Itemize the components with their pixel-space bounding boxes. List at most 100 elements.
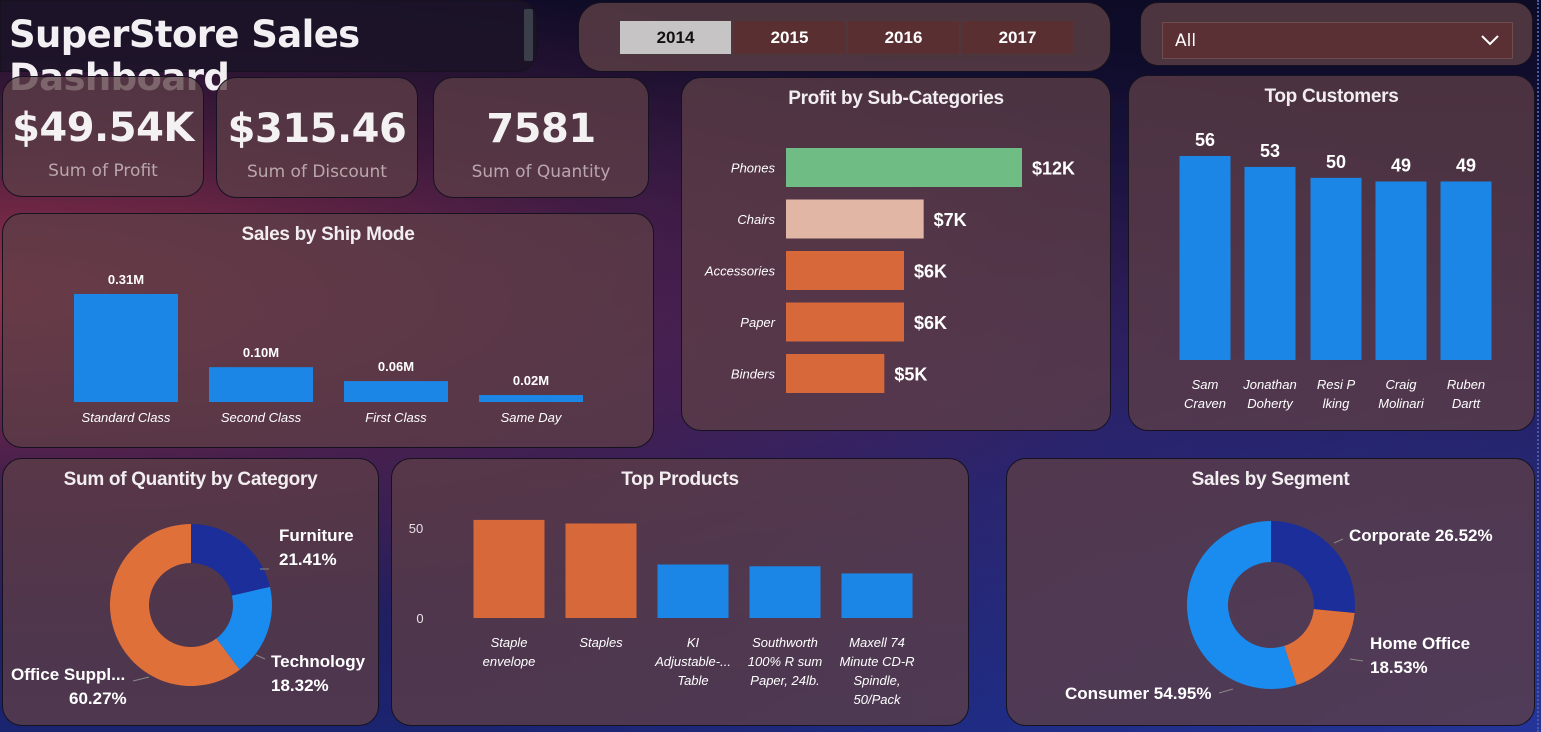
filter-value: All bbox=[1175, 30, 1197, 51]
title-panel: SuperStore Sales Dashboard bbox=[0, 0, 537, 99]
category-label: Chairs bbox=[737, 212, 775, 227]
product-name-label: Maxell 74 Minute CD-R Spindle, 50/Pack bbox=[839, 635, 914, 707]
bar-data-label: 0.02M bbox=[513, 373, 549, 388]
slice-name-label: Furniture bbox=[279, 526, 354, 545]
bar-data-label: $5K bbox=[894, 365, 927, 385]
slice-percent-label: 21.41% bbox=[279, 550, 337, 569]
bar-data-label: 56 bbox=[1195, 130, 1215, 150]
kpi-label: Sum of Discount bbox=[247, 162, 387, 182]
bar-data-label: 49 bbox=[1391, 156, 1411, 176]
customer-name-label: Craig Molinari bbox=[1378, 377, 1425, 411]
leader-line bbox=[1349, 658, 1364, 662]
kpi-value: $315.46 bbox=[227, 106, 407, 152]
bar-data-label: 53 bbox=[1260, 141, 1280, 161]
chart-panel-segment: Sales by Segment Corporate 26.52% Home Of… bbox=[1006, 458, 1535, 726]
y-tick-label: 0 bbox=[416, 611, 423, 626]
product-bar bbox=[749, 566, 821, 618]
kpi-value: 7581 bbox=[486, 106, 596, 152]
slice-percent-label: 18.53% bbox=[1370, 658, 1428, 677]
year-button-2015[interactable]: 2015 bbox=[733, 20, 846, 55]
leader-line bbox=[1218, 688, 1234, 694]
chart-panel-top-customers: Top Customers 56 Sam Craven 53 Jonathan Doher… bbox=[1128, 75, 1535, 431]
subcategory-bar bbox=[786, 302, 904, 342]
subcategory-bar bbox=[786, 199, 924, 239]
product-bar bbox=[565, 523, 637, 618]
subcategory-bar bbox=[786, 148, 1022, 187]
bar-data-label: $6K bbox=[914, 313, 947, 333]
y-tick-label: 50 bbox=[409, 521, 423, 536]
customer-bar bbox=[1375, 181, 1427, 360]
category-label: Binders bbox=[731, 367, 776, 382]
bar-data-label: 0.31M bbox=[108, 272, 144, 287]
year-button-2017[interactable]: 2017 bbox=[961, 20, 1074, 55]
subcategory-bar bbox=[786, 354, 885, 393]
category-label: Standard Class bbox=[82, 410, 171, 425]
bar-data-label: 50 bbox=[1326, 152, 1346, 172]
ship-mode-bar bbox=[74, 294, 178, 402]
slice-name-label: Office Suppl... bbox=[11, 665, 125, 684]
ship-mode-bar-chart: 0.31M Standard Class 0.10M Second Class 0.06… bbox=[74, 272, 583, 425]
kpi-label: Sum of Profit bbox=[48, 161, 158, 181]
ship-mode-bar bbox=[209, 367, 313, 402]
product-name-label: Southworth 100% R sum Paper, 24lb. bbox=[748, 635, 823, 688]
leader-line bbox=[255, 654, 266, 660]
kpi-label: Sum of Quantity bbox=[471, 162, 611, 182]
year-slicer: 2014 2015 2016 2017 bbox=[578, 2, 1111, 72]
slice-name-label: Technology bbox=[271, 652, 366, 671]
product-name-label: Staples bbox=[579, 635, 623, 650]
customer-name-label: Jonathan Doherty bbox=[1242, 377, 1297, 411]
donut-slice bbox=[1284, 609, 1355, 685]
bar-data-label: 0.06M bbox=[378, 359, 414, 374]
product-bar bbox=[657, 564, 729, 618]
chevron-down-icon[interactable] bbox=[1480, 33, 1500, 47]
donut-slice bbox=[191, 524, 270, 596]
slice-label: Consumer 54.95% bbox=[1065, 684, 1211, 703]
customer-bar bbox=[1440, 181, 1492, 360]
slice-percent-label: 18.32% bbox=[271, 676, 329, 695]
product-bar bbox=[473, 519, 545, 618]
bar-data-label: 49 bbox=[1456, 156, 1476, 176]
slice-percent-label: 60.27% bbox=[69, 689, 127, 708]
quantity-category-donut: Furniture 21.41% Technology 18.32% Office Su… bbox=[11, 524, 366, 708]
top-products-bar-chart: 50 0 Staple envelope Staples KI Adjustable-...… bbox=[409, 519, 915, 707]
chart-panel-ship-mode: Sales by Ship Mode 0.31M Standard Class 0.… bbox=[2, 213, 654, 448]
top-customers-bar-chart: 56 Sam Craven 53 Jonathan Doherty 50 Resi Plkin… bbox=[1179, 130, 1492, 411]
subcategory-bar bbox=[786, 251, 904, 290]
product-name-label: KI Adjustable-... Table bbox=[654, 635, 731, 688]
chart-panel-subcategories: Profit by Sub-Categories Phones $12K Chair… bbox=[681, 77, 1111, 431]
filter-slicer: All bbox=[1140, 2, 1533, 66]
category-label: First Class bbox=[365, 410, 427, 425]
segment-donut: Corporate 26.52% Home Office 18.53% Consume… bbox=[1065, 521, 1493, 703]
leader-line bbox=[132, 676, 150, 682]
product-bar bbox=[841, 573, 913, 618]
customer-bar bbox=[1310, 177, 1362, 360]
category-label: Accessories bbox=[704, 264, 776, 279]
customer-bar bbox=[1179, 156, 1231, 360]
kpi-card-profit: $49.54K Sum of Profit bbox=[2, 76, 204, 197]
filter-dropdown[interactable]: All bbox=[1162, 22, 1513, 59]
donut-slice bbox=[1271, 521, 1355, 614]
category-label: Phones bbox=[731, 161, 776, 176]
subcategory-bar-chart: Phones $12K Chairs $7K Accessories $6K Paper $6… bbox=[704, 148, 1075, 393]
title-accent-bar bbox=[524, 9, 533, 61]
customer-bar bbox=[1244, 166, 1296, 360]
chart-panel-quantity-category: Sum of Quantity by Category Furniture 21.… bbox=[2, 458, 379, 726]
slice-name-label: Home Office bbox=[1370, 634, 1470, 653]
product-name-label: Staple envelope bbox=[483, 635, 536, 669]
category-label: Same Day bbox=[501, 410, 563, 425]
kpi-value: $49.54K bbox=[12, 105, 194, 151]
category-label: Paper bbox=[740, 315, 775, 330]
bar-data-label: 0.10M bbox=[243, 345, 279, 360]
customer-name-label: Ruben Dartt bbox=[1447, 377, 1485, 411]
customer-name-label: Sam Craven bbox=[1184, 377, 1226, 411]
bar-data-label: $6K bbox=[914, 262, 947, 282]
edge-divider bbox=[1537, 0, 1539, 732]
bar-data-label: $7K bbox=[934, 210, 967, 230]
year-button-2016[interactable]: 2016 bbox=[847, 20, 960, 55]
slice-label: Corporate 26.52% bbox=[1349, 526, 1493, 545]
leader-line bbox=[1333, 538, 1344, 544]
customer-name-label: Resi Plking bbox=[1317, 377, 1356, 411]
ship-mode-bar bbox=[344, 381, 448, 402]
year-button-2014[interactable]: 2014 bbox=[619, 20, 732, 55]
bar-data-label: $12K bbox=[1032, 159, 1075, 179]
